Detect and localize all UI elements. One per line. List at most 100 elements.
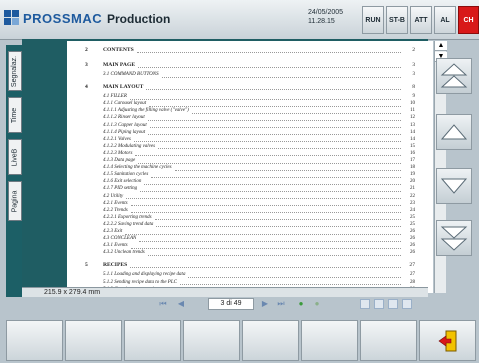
toc-leader-dots [130, 205, 401, 207]
function-key-5[interactable] [242, 320, 299, 361]
facing-page-icon[interactable] [388, 299, 398, 309]
toc-entry[interactable]: 4.1.7 PID setting 21 [67, 186, 433, 193]
toc-entry-title: RECIPES [103, 262, 128, 269]
toc-entry[interactable]: 4.2.1 Events 23 [67, 201, 433, 208]
toc-entry[interactable]: 4.1.3 Data page 17 [67, 158, 433, 165]
document-page[interactable]: 2 CONTENTS 2 3 MAIN PAGE 3 3.1 COMMAND BUTTONS… [67, 41, 433, 293]
function-key-6[interactable] [301, 320, 358, 361]
header-bar: PROSSMAC Production 24/05/2005 11.28.15 … [0, 0, 479, 40]
toc-entry[interactable]: 2 CONTENTS 2 [67, 47, 433, 54]
stop-icon[interactable]: ● [310, 298, 324, 310]
al-button[interactable]: AL [434, 6, 456, 34]
function-key-1[interactable] [6, 320, 63, 361]
continuous-page-icon[interactable] [374, 299, 384, 309]
toc-entry-title: 4.1.1 Carousel layout [103, 101, 147, 107]
toc-entry[interactable]: 4.1.4 Selecting the machine cycles 18 [67, 165, 433, 172]
tab-segnalaz-label: Segnalaz. [11, 55, 19, 87]
toc-leader-dots [125, 233, 401, 235]
toc-leader-dots [174, 169, 401, 171]
toc-entry-page: 26 [410, 236, 415, 242]
toc-leader-dots [130, 247, 401, 249]
toc-entry-title: 4.3.2 Unclean trends [103, 250, 145, 256]
toc-entry[interactable]: 4.3.1 Events 26 [67, 243, 433, 250]
function-key-2[interactable] [65, 320, 122, 361]
toc-entry[interactable]: 4.2.3 Exit 26 [67, 229, 433, 236]
toc-entry[interactable]: 4.2.2.2 Saving trend data 25 [67, 222, 433, 229]
toc-entry[interactable]: 4.1.1 Carousel layout 10 [67, 101, 433, 108]
toc-entry-title: 4.1.1.3 Capper layout [103, 122, 147, 128]
toc-entry[interactable]: 4.1.2.3 Motors 16 [67, 151, 433, 158]
toc-entry-title: 4.2.1 Events [103, 200, 128, 206]
document-viewer: 2 CONTENTS 2 3 MAIN PAGE 3 3.1 COMMAND BUTTONS… [22, 39, 447, 295]
double-up-arrow-icon [440, 63, 468, 88]
toc-entry[interactable]: 4.1.1.4 Piping layout 14 [67, 130, 433, 137]
toc-entry-title: 4.2.2.1 Exporting trends [103, 214, 152, 220]
att-button[interactable]: ATT [410, 6, 432, 34]
single-page-icon[interactable] [360, 299, 370, 309]
toc-entry[interactable]: 4.2.2 Trends 24 [67, 208, 433, 215]
page-down-button[interactable] [436, 220, 472, 256]
toc-entry[interactable]: 4.3 CONCLEAN 26 [67, 236, 433, 243]
continuous-facing-icon[interactable] [402, 299, 412, 309]
toc-entry-title: 4.2.2.2 Saving trend data [103, 221, 154, 227]
last-page-icon[interactable]: ⏭ [274, 298, 288, 310]
toc-leader-dots [126, 198, 401, 199]
st-b-button[interactable]: ST-B [386, 6, 408, 34]
tab-pagina[interactable]: Pagina [8, 181, 22, 221]
toc-entry-page: 15 [410, 143, 415, 149]
toc-entry[interactable]: 4.2 Utility 22 [67, 194, 433, 201]
toc-entry[interactable]: 5.1.2 Sending recipe data to the PLC 28 [67, 280, 433, 287]
exit-button[interactable] [419, 320, 476, 361]
toc-entry[interactable]: 4.1.1.3 Capper layout 13 [67, 123, 433, 130]
toc-entry-title: CONTENTS [103, 47, 134, 53]
logo-mark-icon [4, 10, 20, 26]
toc-entry[interactable]: 5.1.1 Loading and displaying recipe data… [67, 272, 433, 279]
tab-liveb[interactable]: LiveB [8, 139, 22, 175]
prev-page-icon[interactable]: ◀ [174, 298, 188, 310]
down-arrow-icon [440, 178, 468, 194]
toc-entry-page: 26 [410, 243, 415, 249]
toc-entry-title: 4.1.7 PID setting [103, 186, 138, 192]
toc-entry-title: 4.2.2 Trends [103, 207, 128, 213]
toc-entry-page: 27 [409, 262, 415, 269]
toc-entry-page: 22 [410, 193, 415, 199]
function-key-4[interactable] [183, 320, 240, 361]
line-down-button[interactable] [436, 168, 472, 204]
toc-entry-page: 3 [412, 62, 415, 68]
toc-entry[interactable]: 4.2.2.1 Exporting trends 25 [67, 215, 433, 222]
page-indicator[interactable]: 3 di 49 [208, 298, 254, 310]
toc-entry[interactable]: 3.1 COMMAND BUTTONS 3 [67, 72, 433, 79]
run-button[interactable]: RUN [362, 6, 384, 34]
tab-segnalaz[interactable]: Segnalaz. [8, 51, 22, 91]
time-text: 11.28.15 [308, 18, 335, 25]
toc-entry-page: 26 [410, 250, 415, 256]
toc-entry-page: 16 [410, 150, 415, 156]
next-page-icon[interactable]: ▶ [258, 298, 272, 310]
toc-entry[interactable]: 4.1.2.1 Valves 14 [67, 137, 433, 144]
toc-entry-page: 13 [410, 122, 415, 128]
toc-entry[interactable]: 4.3.2 Unclean trends 26 [67, 250, 433, 257]
page-up-button[interactable] [436, 58, 472, 94]
scroll-up-icon[interactable]: ▲ [435, 41, 447, 51]
toc-entry[interactable]: 4.1.5 Sanitation cycles 19 [67, 172, 433, 179]
toc-entry[interactable]: 4.1.1.2 Rinser layout 12 [67, 115, 433, 122]
toc-entry[interactable]: 3 MAIN PAGE 3 [67, 62, 433, 69]
first-page-icon[interactable]: ⏮ [156, 298, 170, 310]
line-up-button[interactable] [436, 114, 472, 150]
refresh-icon[interactable]: ● [294, 298, 308, 310]
toc-entry[interactable]: 5 RECIPES 27 [67, 262, 433, 269]
toc-entry[interactable]: 4.1 FILLER 9 [67, 94, 433, 101]
toc-entry-number: 3 [85, 62, 88, 68]
function-key-3[interactable] [124, 320, 181, 361]
ch-alarm-button[interactable]: CH [458, 6, 479, 34]
function-key-7[interactable] [360, 320, 417, 361]
tab-time[interactable]: Time [8, 97, 22, 133]
toc-entry[interactable]: 4.1.6 Exit selection 20 [67, 179, 433, 186]
toc-entry[interactable]: 4 MAIN LAYOUT 8 [67, 84, 433, 91]
toc-leader-dots [136, 52, 401, 54]
toc-leader-dots [130, 267, 401, 269]
toc-entry-page: 9 [412, 94, 416, 100]
toc-entry[interactable]: 4.1.2.2 Modulating valves 15 [67, 144, 433, 151]
toc-entry-title: 4.3 CONCLEAN [103, 236, 137, 242]
toc-entry[interactable]: 4.1.1.1 Adjusting the filling valve ("va… [67, 108, 433, 115]
